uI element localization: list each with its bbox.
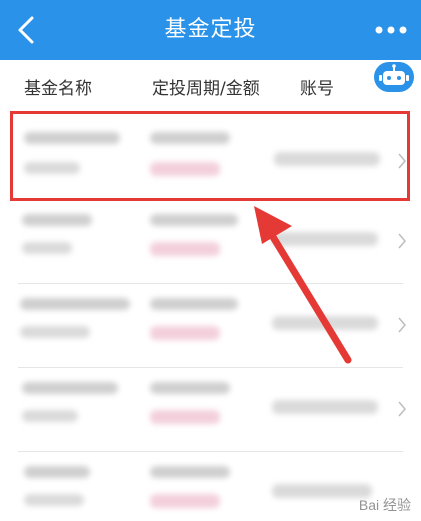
column-period-amount: 定投周期/金额	[152, 79, 260, 99]
robot-icon[interactable]	[374, 62, 414, 92]
chevron-right-icon	[398, 153, 406, 169]
table-row[interactable]	[0, 368, 421, 452]
chevron-right-icon	[398, 401, 406, 417]
top-bar: 基金定投	[0, 0, 421, 60]
column-header: 基金名称 定投周期/金额 账号	[0, 60, 421, 108]
table-row[interactable]	[0, 116, 421, 200]
column-fund-name: 基金名称	[24, 79, 92, 99]
column-account: 账号	[300, 79, 334, 99]
table-row[interactable]	[0, 452, 421, 521]
red-arrow-icon	[254, 206, 352, 364]
page-title: 基金定投	[164, 17, 257, 42]
ellipsis-icon[interactable]	[375, 22, 407, 38]
chevron-right-icon	[398, 233, 406, 249]
watermark: Bai 经验	[358, 497, 411, 513]
chevron-right-icon	[398, 317, 406, 333]
